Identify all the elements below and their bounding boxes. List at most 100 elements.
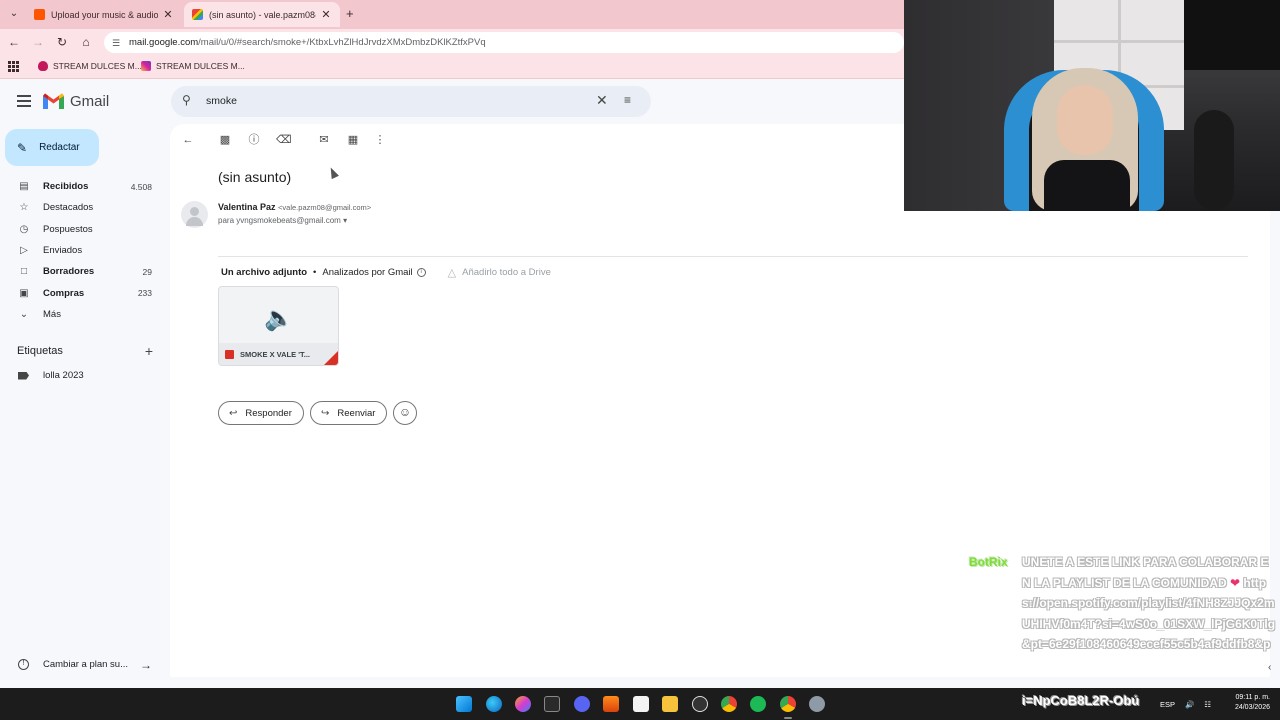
new-tab-plus-icon[interactable]: +	[346, 6, 354, 21]
search-icon[interactable]: ⚲	[182, 93, 191, 107]
purchases-count: 233	[137, 288, 152, 299]
clock-icon: ◷	[19, 223, 29, 235]
sidebar-item-recibidos[interactable]: ▤ Recibidos 4.508	[0, 176, 165, 197]
discord-icon[interactable]	[574, 696, 590, 712]
draft-count: 29	[142, 266, 152, 277]
attachment-filename-bar: SMOKE X VALE 'T...	[219, 343, 338, 365]
add-all-to-drive-button[interactable]: △ Añadirlo todo a Drive	[448, 266, 551, 279]
webcam-streamer-body	[1044, 160, 1130, 211]
obs-studio-icon[interactable]	[692, 696, 708, 712]
tab-title: (sin asunto) - vale.pazm08@gm	[209, 9, 316, 20]
mark-unread-icon[interactable]: ✉	[317, 133, 331, 147]
reply-icon: ↩	[229, 407, 238, 419]
search-bar: ⚲ ✕ ≡	[171, 86, 651, 117]
spotify-icon[interactable]	[750, 696, 766, 712]
attachments-header: Un archivo adjunto • Analizados por Gmai…	[221, 266, 551, 279]
upgrade-plan-link[interactable]: ! Cambiar a plan su... →	[18, 658, 158, 672]
fl-studio-icon[interactable]	[603, 696, 619, 712]
taskbar-clock[interactable]: 09:11 p. m. 24/03/2026	[1226, 693, 1270, 713]
webcam-tv	[1184, 0, 1280, 70]
unread-count: 4.508	[130, 181, 152, 192]
home-icon[interactable]: ⌂	[78, 34, 94, 50]
info-icon[interactable]: i	[416, 268, 426, 277]
address-bar[interactable]: ☰ mail.google.com/mail/u/0/#search/smoke…	[104, 32, 904, 53]
settings-gear-icon[interactable]	[809, 696, 825, 712]
forward-button[interactable]: ↪ Reenviar	[310, 401, 388, 425]
clock-date: 24/03/2026	[1234, 704, 1270, 711]
bookmark-item[interactable]: STREAM DULCES M...	[38, 61, 142, 71]
copilot-icon[interactable]	[515, 696, 531, 712]
windows-taskbar: i=NpCoB8L2R-Obú ESP 🔊 ☷ 09:11 p. m. 24/0…	[0, 688, 1280, 720]
sidebar-item-label: Destacados	[43, 202, 94, 214]
send-icon: ▷	[20, 245, 28, 257]
mouse-cursor	[327, 165, 339, 180]
sidebar-item-destacados[interactable]: ☆ Destacados	[0, 197, 165, 218]
gmail-brand: Gmail	[70, 93, 110, 110]
sidebar-item-pospuestos[interactable]: ◷ Pospuestos	[0, 219, 165, 240]
report-spam-icon[interactable]: ⓘ	[247, 133, 261, 147]
network-icon[interactable]: ☷	[1204, 700, 1211, 709]
chrome-profile-icon[interactable]	[780, 696, 796, 712]
sidebar-nav: ▤ Recibidos 4.508 ☆ Destacados ◷ Pospues…	[0, 176, 165, 325]
scanned-label: Analizados por Gmail	[322, 267, 413, 278]
sender-avatar[interactable]	[181, 201, 208, 228]
reload-icon[interactable]: ↻	[54, 34, 70, 50]
back-arrow-icon[interactable]: ←	[6, 34, 22, 50]
sidebar-label-lolla-2023[interactable]: lolla 2023	[18, 370, 84, 381]
search-input[interactable]	[206, 92, 586, 110]
tab-gmail[interactable]: (sin asunto) - vale.pazm08@gm ✕	[184, 2, 340, 27]
recipient-line[interactable]: para yvngsmokebeats@gmail.com ▾	[218, 216, 347, 225]
add-label-icon[interactable]: +	[145, 343, 153, 359]
tab-soundcloud[interactable]: Upload your music & audio and ✕	[26, 2, 182, 27]
shopping-icon: ▣	[19, 287, 29, 299]
dev-app-icon[interactable]	[544, 696, 560, 712]
url-host: mail.google.com	[129, 37, 199, 48]
collapse-panel-chevron-icon[interactable]: ‹	[1268, 662, 1271, 673]
search-options-icon[interactable]: ≡	[624, 93, 631, 107]
sidebar-item-mas[interactable]: ⌄ Más	[0, 304, 165, 325]
chat-message: UNETE A ESTE LINK PARA COLABORAR EN LA P…	[1022, 552, 1277, 655]
bookmark-label: STREAM DULCES M...	[156, 61, 245, 71]
language-indicator[interactable]: ESP	[1160, 700, 1175, 709]
inbox-icon: ▤	[19, 181, 29, 193]
tab-search-chevron-icon[interactable]: ⌄	[6, 6, 22, 22]
bookmark-item[interactable]: STREAM DULCES M...	[141, 61, 245, 71]
audio-speaker-icon: 🔈	[264, 305, 294, 332]
file-explorer-icon[interactable]	[662, 696, 678, 712]
volume-icon[interactable]: 🔊	[1185, 700, 1194, 709]
sender-line: Valentina Paz <vale.pazm08@gmail.com>	[218, 202, 371, 212]
sidebar-item-borradores[interactable]: □ Borradores 29	[0, 261, 165, 282]
notepad-icon[interactable]	[633, 696, 649, 712]
close-tab-icon[interactable]: ✕	[320, 8, 332, 21]
recipient-details-icon[interactable]: ▾	[343, 216, 347, 225]
sidebar-item-compras[interactable]: ▣ Compras 233	[0, 282, 165, 303]
compose-button[interactable]: ✎ Redactar	[5, 129, 99, 166]
chrome-icon[interactable]	[721, 696, 737, 712]
webcam-overlay	[904, 0, 1280, 211]
drive-label: Añadirlo todo a Drive	[462, 267, 551, 278]
delete-icon[interactable]: ⌫	[276, 133, 292, 147]
sender-name[interactable]: Valentina Paz	[218, 202, 276, 212]
main-menu-icon[interactable]	[17, 95, 31, 107]
back-to-list-icon[interactable]: ←	[181, 133, 195, 147]
start-windows-icon[interactable]	[456, 696, 472, 712]
move-to-icon[interactable]: ▦	[346, 133, 360, 147]
archive-icon[interactable]: ▩	[218, 133, 232, 147]
emoji-reaction-button[interactable]: ☺	[393, 401, 417, 425]
sidebar-item-label: Enviados	[43, 245, 83, 257]
attachment-card[interactable]: 🔈 SMOKE X VALE 'T...	[218, 286, 339, 366]
clear-search-icon[interactable]: ✕	[596, 92, 608, 109]
sidebar-item-enviados[interactable]: ▷ Enviados	[0, 240, 165, 261]
more-options-icon[interactable]: ⋮	[373, 133, 387, 147]
apps-grid-icon[interactable]	[8, 61, 19, 72]
labels-heading-text: Etiquetas	[17, 345, 63, 357]
webcam-guitar	[1194, 110, 1234, 210]
attachments-heading: Un archivo adjunto	[221, 267, 308, 278]
forward-arrow-icon[interactable]: →	[30, 34, 46, 50]
site-info-icon[interactable]: ☰	[112, 38, 122, 48]
close-tab-icon[interactable]: ✕	[162, 8, 174, 21]
webcam-streamer-face	[1057, 85, 1113, 155]
chat-author: BotRix	[969, 555, 1008, 569]
edge-browser-icon[interactable]	[486, 696, 502, 712]
reply-button[interactable]: ↩ Responder	[218, 401, 304, 425]
